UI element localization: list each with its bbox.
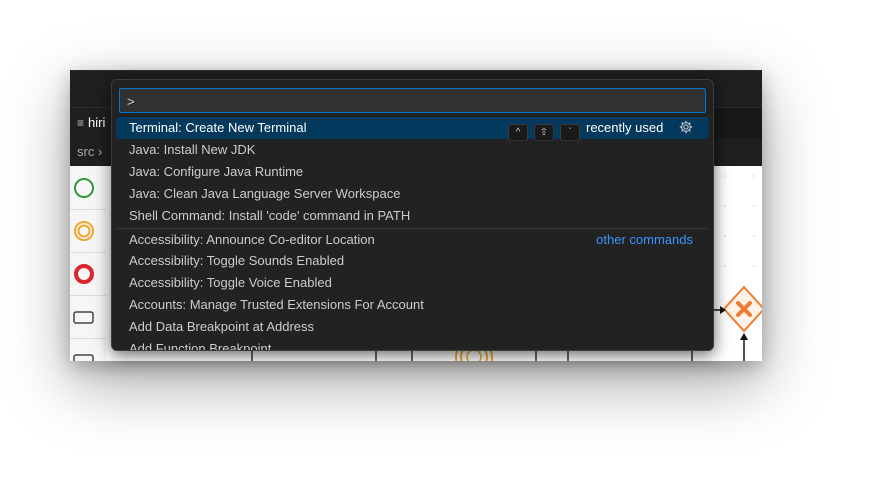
gear-icon[interactable] (679, 120, 693, 134)
command-label: Add Function Breakpoint (129, 341, 272, 351)
exclusive-gateway[interactable] (722, 285, 762, 333)
list-icon: ≡ (77, 116, 85, 130)
arrow-head (740, 333, 748, 340)
command-label: Java: Clean Java Language Server Workspa… (129, 186, 401, 201)
command-item[interactable]: Accessibility: Toggle Sounds Enabled (116, 250, 709, 272)
command-item[interactable]: Java: Configure Java Runtime (116, 161, 709, 183)
command-palette-input[interactable]: > (119, 88, 706, 113)
palette-intermediate-event[interactable] (70, 209, 106, 253)
other-commands-tag: other commands (596, 232, 693, 247)
palette-task[interactable] (70, 295, 106, 339)
command-label: Java: Install New JDK (129, 142, 256, 157)
breadcrumb-item-src[interactable]: src (77, 144, 94, 159)
command-list: Terminal: Create New Terminal ^ ⇧ ` recent… (116, 117, 709, 351)
command-item[interactable]: Java: Install New JDK (116, 139, 709, 161)
command-item[interactable]: Add Data Breakpoint at Address (116, 316, 709, 338)
intermediate-event-icon (74, 221, 94, 241)
command-label: Add Data Breakpoint at Address (129, 319, 315, 334)
keybinding: ^ ⇧ ` (508, 120, 586, 141)
command-label: Accessibility: Announce Co-editor Locati… (129, 232, 375, 247)
command-item[interactable]: Accessibility: Announce Co-editor Locati… (116, 228, 709, 250)
command-label: Accounts: Manage Trusted Extensions For … (129, 297, 424, 312)
palette-end-event[interactable] (70, 252, 106, 296)
end-event-icon (74, 264, 94, 284)
task-icon (73, 311, 94, 324)
command-item[interactable]: Accounts: Manage Trusted Extensions For … (116, 294, 709, 316)
palette-subprocess[interactable] (70, 338, 106, 361)
command-label: Java: Configure Java Runtime (129, 164, 304, 179)
bpmn-palette (70, 166, 107, 361)
start-event-icon (74, 178, 94, 198)
subprocess-icon (73, 354, 94, 361)
command-item-terminal-create[interactable]: Terminal: Create New Terminal ^ ⇧ ` recent… (116, 117, 709, 141)
command-label: Shell Command: Install 'code' command in… (129, 208, 411, 223)
breadcrumb-separator: › (97, 144, 103, 159)
command-item[interactable]: Java: Clean Java Language Server Workspa… (116, 183, 709, 205)
command-label: Accessibility: Toggle Voice Enabled (129, 275, 332, 290)
command-label: Terminal: Create New Terminal (129, 120, 307, 135)
palette-start-event[interactable] (70, 166, 106, 210)
command-item[interactable]: Add Function Breakpoint (116, 338, 709, 351)
editor-tab-label: hiri (88, 115, 106, 130)
command-item[interactable]: Shell Command: Install 'code' command in… (116, 205, 709, 227)
command-palette: > Terminal: Create New Terminal ^ ⇧ ` rece… (111, 79, 714, 351)
command-item[interactable]: Accessibility: Toggle Voice Enabled (116, 272, 709, 294)
command-label: Accessibility: Toggle Sounds Enabled (129, 253, 345, 268)
recently-used-tag: recently used (586, 120, 664, 135)
